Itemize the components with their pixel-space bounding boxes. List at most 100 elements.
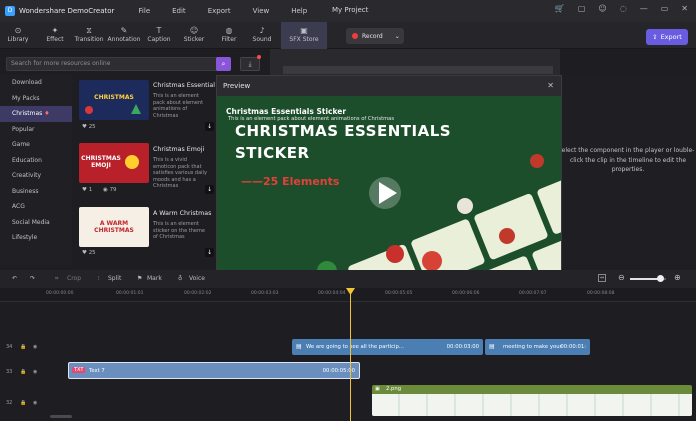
video-elements-count: ——25 Elements — [241, 175, 340, 188]
transition-icon: ⧖ — [86, 26, 92, 35]
record-button[interactable]: Record ⌄ — [346, 28, 404, 44]
chevron-down-icon[interactable]: ⌄ — [395, 33, 400, 40]
zoom-in-icon[interactable]: ⊕ — [674, 273, 681, 282]
tab-sound[interactable]: ♪ Sound — [246, 22, 278, 49]
app-logo-icon: D — [5, 6, 15, 16]
support-icon[interactable]: ◌ — [620, 4, 627, 13]
store-icon: ▣ — [300, 26, 308, 35]
tab-sfx-store[interactable]: ▣ SFX Store — [281, 22, 327, 49]
preview-title: Preview — [223, 82, 251, 90]
export-button[interactable]: ⇪ Export — [646, 29, 688, 45]
maximize-icon[interactable]: ▭ — [661, 4, 669, 13]
crop-label[interactable]: Crop — [67, 275, 81, 282]
downloads-count: ◉ 79 — [103, 187, 117, 193]
text-clip[interactable]: TXT Text 7 00:00:05:00 — [68, 362, 360, 379]
tab-filter[interactable]: ◍ Filter — [213, 22, 245, 49]
category-my-packs[interactable]: My Packs — [0, 91, 72, 107]
item-title[interactable]: A Warm Christmas — [153, 210, 215, 217]
player-toolbar — [283, 66, 553, 74]
tab-label: Filter — [221, 36, 237, 43]
download-item-button[interactable]: ↓ — [205, 248, 214, 257]
mark-label[interactable]: Mark — [147, 275, 162, 282]
likes-value: 25 — [88, 124, 96, 130]
account-icon[interactable]: ☺ — [598, 4, 606, 13]
close-icon[interactable]: ✕ — [681, 4, 688, 13]
export-icon: ⇪ — [652, 33, 658, 41]
redo-icon[interactable]: ↷ — [30, 275, 35, 282]
export-label: Export — [660, 33, 682, 41]
category-education[interactable]: Education — [0, 153, 72, 169]
lock-icon[interactable]: 🔒 — [20, 369, 26, 375]
item-thumbnail[interactable]: A WARM CHRISTMAS — [79, 207, 149, 247]
tab-caption[interactable]: T Caption — [143, 22, 175, 49]
eye-icon[interactable]: ◉ — [33, 369, 37, 375]
crop-icon[interactable]: ⌗ — [55, 275, 58, 283]
category-download[interactable]: Download — [0, 75, 72, 91]
lock-icon[interactable]: 🔒 — [20, 344, 26, 350]
split-label[interactable]: Split — [108, 275, 121, 282]
ruler-tick: 00:00:00:00 — [46, 291, 74, 296]
download-manager-icon[interactable]: ⤓ — [240, 57, 260, 71]
caption-clip[interactable]: ▤ meeting to make your 00:00:01: — [485, 339, 590, 355]
caption-clip-icon: ▤ — [296, 343, 302, 350]
tree-icon — [131, 104, 141, 114]
timeline-scrollbar[interactable] — [50, 415, 72, 418]
fit-timeline-icon[interactable]: ⇔ — [598, 274, 607, 282]
item-description: This is an element pack about element an… — [153, 93, 204, 119]
menu-edit[interactable]: Edit — [172, 7, 186, 15]
split-icon[interactable]: ⫶ — [98, 275, 100, 283]
item-thumbnail[interactable]: CHRISTMAS EMOJI — [79, 143, 149, 183]
voice-icon[interactable]: ♁ — [178, 275, 182, 282]
tab-annotation[interactable]: ✎ Annotation — [106, 22, 142, 49]
menu-export[interactable]: Export — [208, 7, 231, 15]
clip-label: We are going to see all the particip... — [306, 344, 404, 350]
menu-view[interactable]: View — [253, 7, 270, 15]
menu-file[interactable]: File — [138, 7, 150, 15]
gift-icon[interactable]: ▢ — [578, 4, 586, 13]
tab-label: Caption — [147, 36, 171, 43]
undo-icon[interactable]: ↶ — [12, 275, 17, 282]
item-title[interactable]: Christmas Emoji — [153, 146, 215, 153]
category-christmas[interactable]: Christmas ♦ — [0, 106, 72, 122]
image-clip[interactable]: ▣ 2.png — [372, 385, 692, 416]
search-input[interactable]: Search for more resources online — [6, 57, 230, 71]
cart-icon[interactable]: 🛒 — [555, 4, 565, 13]
category-game[interactable]: Game — [0, 137, 72, 153]
playhead[interactable] — [350, 290, 351, 421]
category-creativity[interactable]: Creativity — [0, 168, 72, 184]
category-acg[interactable]: ACG — [0, 199, 72, 215]
category-business[interactable]: Business — [0, 184, 72, 200]
ruler-tick: 00:00:07:07 — [519, 291, 547, 296]
ruler-tick: 00:00:04:04 — [318, 291, 346, 296]
close-icon[interactable]: ✕ — [547, 81, 554, 90]
category-lifestyle[interactable]: Lifestyle — [0, 230, 72, 246]
item-title[interactable]: Christmas Essentials St... — [153, 82, 215, 89]
caption-clip[interactable]: ▤ We are going to see all the particip..… — [292, 339, 483, 355]
tab-library[interactable]: ⊙ Library — [0, 22, 36, 49]
search-icon[interactable]: ⌕ — [216, 57, 231, 71]
minimize-icon[interactable]: — — [640, 4, 648, 13]
video-headline-2: STICKER — [235, 144, 310, 162]
download-item-button[interactable]: ↓ — [205, 122, 214, 131]
clip-duration: 00:00:03:00 — [446, 344, 479, 350]
item-description: This is a vivid emoticon pack that satis… — [153, 157, 207, 189]
tab-transition[interactable]: ⧖ Transition — [72, 22, 106, 49]
tab-effect[interactable]: ✦ Effect — [38, 22, 72, 49]
mark-icon[interactable]: ⚑ — [137, 275, 142, 282]
library-icon: ⊙ — [14, 26, 22, 35]
video-title: Christmas Essentials Sticker — [226, 107, 347, 116]
tab-sticker[interactable]: ☺ Sticker — [178, 22, 210, 49]
zoom-out-icon[interactable]: ⊖ — [618, 273, 625, 282]
category-popular[interactable]: Popular — [0, 122, 72, 138]
voice-label[interactable]: Voice — [189, 275, 205, 282]
category-social-media[interactable]: Social Media — [0, 215, 72, 231]
heart-icon: ♥ — [82, 187, 89, 193]
track-controls: 33 🔒 ◉ — [0, 366, 48, 380]
preview-video[interactable]: Christmas Essentials Sticker This is an … — [217, 96, 561, 292]
menu-help[interactable]: Help — [291, 7, 307, 15]
eye-icon[interactable]: ◉ — [33, 344, 37, 350]
lock-icon[interactable]: 🔒 — [20, 400, 26, 406]
eye-icon[interactable]: ◉ — [33, 400, 37, 406]
item-thumbnail[interactable]: CHRISTMAS — [79, 80, 149, 120]
download-item-button[interactable]: ↓ — [205, 185, 214, 194]
